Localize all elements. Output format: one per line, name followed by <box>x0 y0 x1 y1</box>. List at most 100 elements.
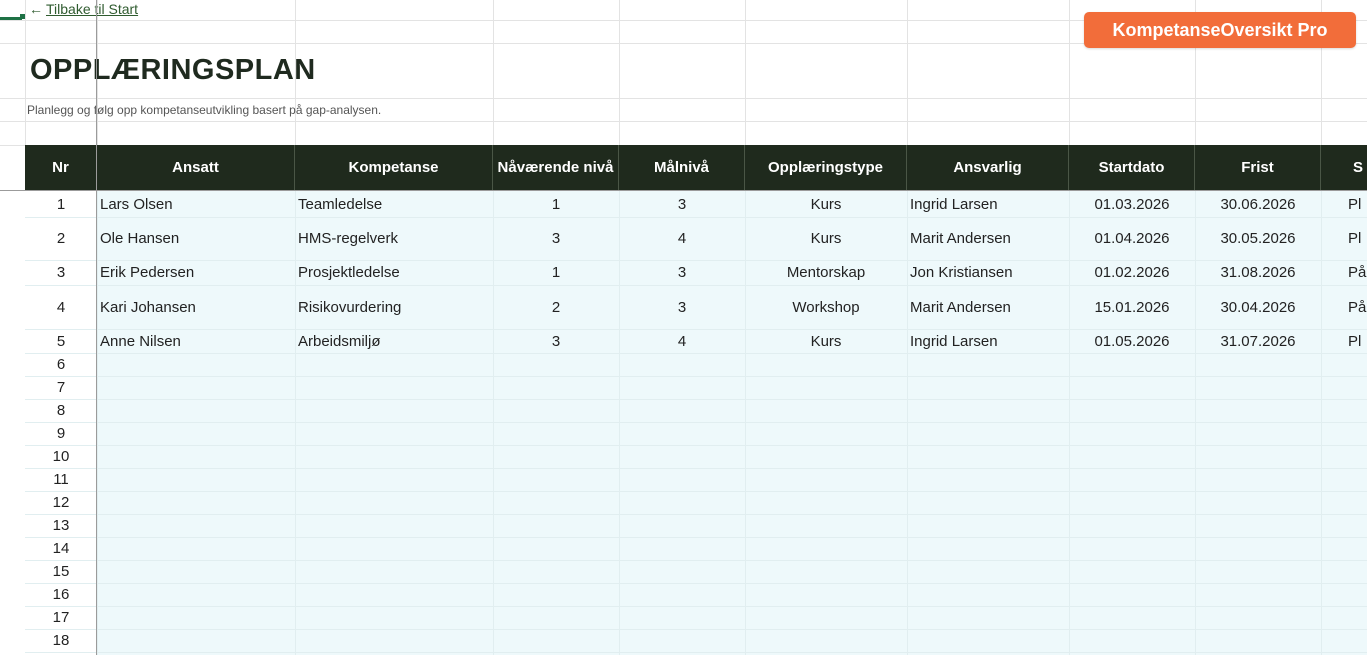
cell-status[interactable]: På <box>1321 260 1367 285</box>
table-row[interactable]: 1 Lars Olsen Teamledelse 1 3 Kurs Ingrid Larse… <box>0 191 1367 217</box>
cell-nr[interactable]: 7 <box>25 376 97 399</box>
cell-nr[interactable]: 18 <box>25 629 97 652</box>
empty-table-row[interactable]: 13 <box>0 514 1367 537</box>
empty-table-row[interactable]: 18 <box>0 629 1367 652</box>
cell-nr[interactable]: 10 <box>25 445 97 468</box>
cell-ansvarlig[interactable]: Marit Andersen <box>907 217 1069 260</box>
cell-kompetanse[interactable]: HMS-regelverk <box>295 217 493 260</box>
column-header-ansvarlig[interactable]: Ansvarlig <box>907 145 1069 190</box>
column-header-frist[interactable]: Frist <box>1195 145 1321 190</box>
brand-badge[interactable]: KompetanseOversikt Pro <box>1084 12 1356 48</box>
cell-opplaeringstype[interactable]: Kurs <box>745 217 907 260</box>
empty-table-row[interactable]: 10 <box>0 445 1367 468</box>
active-cell-indicator <box>0 14 25 20</box>
cell-ansatt[interactable]: Lars Olsen <box>97 191 295 217</box>
column-header-nr[interactable]: Nr <box>25 145 97 190</box>
gridline-vertical <box>493 0 494 145</box>
cell-status[interactable]: Pl <box>1321 217 1367 260</box>
cell-frist[interactable]: 30.05.2026 <box>1195 217 1321 260</box>
cell-opplaeringstype[interactable]: Mentorskap <box>745 260 907 285</box>
cell-ansvarlig[interactable]: Ingrid Larsen <box>907 191 1069 217</box>
cell-nr[interactable]: 3 <box>25 260 97 285</box>
cell-frist[interactable]: 31.07.2026 <box>1195 329 1321 353</box>
cell-opplaeringstype[interactable]: Workshop <box>745 285 907 329</box>
cell-naavaerende-niva[interactable]: 3 <box>493 217 619 260</box>
column-header-maalniva[interactable]: Målnivå <box>619 145 745 190</box>
cell-kompetanse[interactable]: Prosjektledelse <box>295 260 493 285</box>
cell-nr[interactable]: 1 <box>25 191 97 217</box>
cell-nr[interactable]: 11 <box>25 468 97 491</box>
cell-kompetanse[interactable]: Risikovurdering <box>295 285 493 329</box>
table-row[interactable]: 4 Kari Johansen Risikovurdering 2 3 Workshop M… <box>0 285 1367 329</box>
cell-opplaeringstype[interactable]: Kurs <box>745 191 907 217</box>
table-row[interactable]: 3 Erik Pedersen Prosjektledelse 1 3 Mentorska… <box>0 260 1367 285</box>
cell-maalniva[interactable]: 4 <box>619 329 745 353</box>
cell-kompetanse[interactable]: Arbeidsmiljø <box>295 329 493 353</box>
empty-table-row[interactable]: 8 <box>0 399 1367 422</box>
cell-ansvarlig[interactable]: Jon Kristiansen <box>907 260 1069 285</box>
cell-ansatt[interactable]: Kari Johansen <box>97 285 295 329</box>
empty-table-row[interactable]: 16 <box>0 583 1367 606</box>
cell-startdato[interactable]: 01.02.2026 <box>1069 260 1195 285</box>
empty-table-row[interactable]: 9 <box>0 422 1367 445</box>
table-row[interactable]: 5 Anne Nilsen Arbeidsmiljø 3 4 Kurs Ingrid Lar… <box>0 329 1367 353</box>
cell-nr[interactable]: 6 <box>25 353 97 376</box>
cell-frist[interactable]: 31.08.2026 <box>1195 260 1321 285</box>
cell-status[interactable]: På <box>1321 285 1367 329</box>
cell-nr[interactable]: 16 <box>25 583 97 606</box>
column-header-opplaeringstype[interactable]: Opplæringstype <box>745 145 907 190</box>
freeze-pane-vertical[interactable] <box>96 0 97 655</box>
cell-nr[interactable]: 8 <box>25 399 97 422</box>
gridline-horizontal <box>0 98 1367 99</box>
cell-ansvarlig[interactable]: Marit Andersen <box>907 285 1069 329</box>
cell-nr[interactable]: 2 <box>25 217 97 260</box>
cell-ansatt[interactable]: Erik Pedersen <box>97 260 295 285</box>
cell-nr[interactable]: 4 <box>25 285 97 329</box>
cell-nr[interactable]: 15 <box>25 560 97 583</box>
cell-opplaeringstype[interactable]: Kurs <box>745 329 907 353</box>
cell-maalniva[interactable]: 3 <box>619 191 745 217</box>
cell-nr[interactable]: 5 <box>25 329 97 353</box>
cell-startdato[interactable]: 15.01.2026 <box>1069 285 1195 329</box>
cell-startdato[interactable]: 01.03.2026 <box>1069 191 1195 217</box>
table-row[interactable]: 2 Ole Hansen HMS-regelverk 3 4 Kurs Marit Ande… <box>0 217 1367 260</box>
cell-maalniva[interactable]: 4 <box>619 217 745 260</box>
empty-table-row[interactable]: 17 <box>0 606 1367 629</box>
cell-startdato[interactable]: 01.04.2026 <box>1069 217 1195 260</box>
cell-naavaerende-niva[interactable]: 1 <box>493 260 619 285</box>
column-header-ansatt[interactable]: Ansatt <box>97 145 295 190</box>
column-header-naavaerende-niva[interactable]: Nåværende nivå <box>493 145 619 190</box>
back-to-start-link[interactable]: ← Tilbake til Start <box>29 0 138 20</box>
cell-status[interactable]: Pl <box>1321 191 1367 217</box>
column-header-status[interactable]: S <box>1321 145 1367 190</box>
cell-ansatt[interactable]: Anne Nilsen <box>97 329 295 353</box>
cell-nr[interactable]: 13 <box>25 514 97 537</box>
empty-table-row[interactable]: 7 <box>0 376 1367 399</box>
column-header-kompetanse[interactable]: Kompetanse <box>295 145 493 190</box>
cell-nr[interactable]: 9 <box>25 422 97 445</box>
cell-nr[interactable]: 12 <box>25 491 97 514</box>
cell-naavaerende-niva[interactable]: 1 <box>493 191 619 217</box>
arrow-left-icon: ← <box>29 1 43 17</box>
cell-kompetanse[interactable]: Teamledelse <box>295 191 493 217</box>
column-header-startdato[interactable]: Startdato <box>1069 145 1195 190</box>
cell-naavaerende-niva[interactable]: 3 <box>493 329 619 353</box>
cell-naavaerende-niva[interactable]: 2 <box>493 285 619 329</box>
freeze-pane-horizontal[interactable] <box>0 190 1367 191</box>
cell-maalniva[interactable]: 3 <box>619 285 745 329</box>
cell-startdato[interactable]: 01.05.2026 <box>1069 329 1195 353</box>
cell-frist[interactable]: 30.04.2026 <box>1195 285 1321 329</box>
cell-maalniva[interactable]: 3 <box>619 260 745 285</box>
cell-nr[interactable]: 14 <box>25 537 97 560</box>
cell-status[interactable]: Pl <box>1321 329 1367 353</box>
empty-table-row[interactable]: 14 <box>0 537 1367 560</box>
cell-ansatt[interactable]: Ole Hansen <box>97 217 295 260</box>
empty-table-row[interactable]: 11 <box>0 468 1367 491</box>
empty-table-row[interactable]: 12 <box>0 491 1367 514</box>
empty-table-row[interactable]: 15 <box>0 560 1367 583</box>
gridline-vertical <box>619 0 620 145</box>
cell-frist[interactable]: 30.06.2026 <box>1195 191 1321 217</box>
cell-ansvarlig[interactable]: Ingrid Larsen <box>907 329 1069 353</box>
empty-table-row[interactable]: 6 <box>0 353 1367 376</box>
cell-nr[interactable]: 17 <box>25 606 97 629</box>
